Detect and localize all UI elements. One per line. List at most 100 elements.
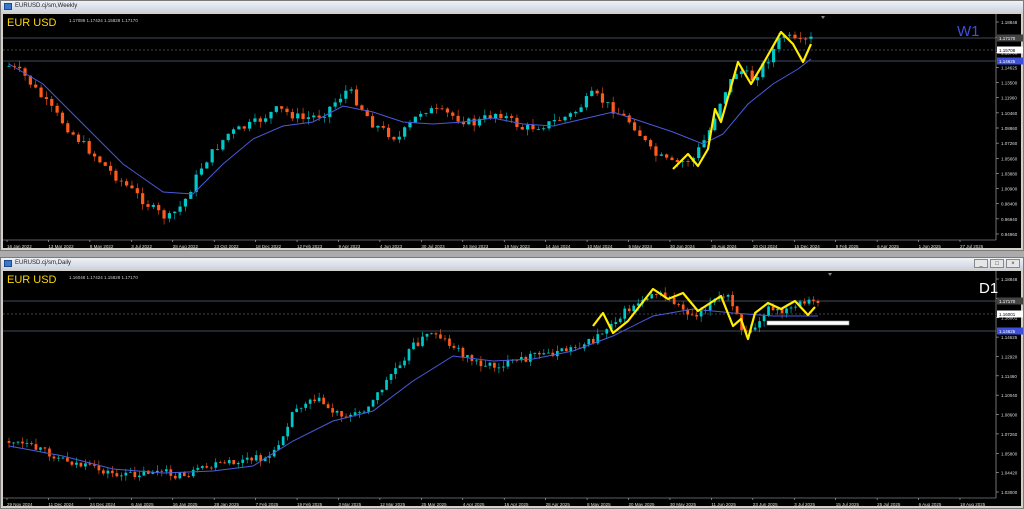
candle-body [686, 161, 690, 163]
candle-body [50, 98, 54, 106]
close-button[interactable]: × [1006, 259, 1020, 268]
candle-body [627, 115, 631, 123]
price-axis-label: 1.03000 [1001, 490, 1018, 495]
candle-body [141, 193, 145, 205]
daily-chart-canvas[interactable]: 1.18848 1.17170 1.16001 1.14625 1.12920 1.114… [3, 271, 1023, 508]
candle-body [547, 121, 551, 129]
candle-body [269, 111, 273, 119]
time-axis-label: 20 May 2025 [629, 502, 656, 507]
candle-body [536, 129, 540, 131]
candle-body [21, 441, 24, 444]
candle-body [367, 406, 370, 412]
candle-body [317, 397, 321, 402]
candle-body [434, 333, 438, 335]
candle-body [25, 443, 29, 444]
candle-body [413, 116, 417, 123]
candle-body [124, 472, 128, 476]
candle-body [745, 70, 749, 72]
candle-body [119, 180, 123, 182]
candle-body [196, 467, 200, 470]
candle-body [425, 333, 429, 337]
candle-body [807, 299, 811, 304]
candle-body [52, 456, 56, 459]
candle-body [677, 304, 681, 305]
candle-body [475, 360, 478, 362]
candle-body [672, 297, 676, 305]
candle-body [231, 129, 236, 134]
weekly-chart-area[interactable]: 1.18848 1.17170 1.15708 1.14625 1.13500 1.119… [3, 14, 1023, 250]
candle-body [789, 307, 793, 309]
candle-body [403, 127, 407, 137]
candle-body [322, 397, 325, 405]
candle-body [12, 442, 15, 444]
candle-body [421, 336, 424, 346]
candle-body [253, 118, 257, 122]
candle-body [472, 118, 476, 126]
price-axis-label: 1.13500 [1001, 81, 1018, 86]
candle-body [456, 115, 460, 122]
candle-body [125, 181, 129, 186]
candle-body [328, 106, 332, 117]
candle-body [809, 36, 813, 39]
daily-window-titlebar[interactable]: EURUSD.cj/sm,Daily _ □ × [1, 258, 1023, 269]
time-axis-label: 9 Feb 2025 [836, 244, 859, 249]
time-axis-label: 23 Jun 2025 [753, 502, 778, 507]
candle-body [227, 460, 231, 464]
candle-body [605, 329, 609, 334]
candle-body [199, 168, 204, 175]
candle-body [103, 162, 107, 166]
candle-body [488, 362, 492, 366]
minimize-button[interactable]: _ [974, 259, 988, 268]
candle-body [371, 400, 375, 407]
candle-body [157, 204, 161, 211]
candle-body [247, 121, 252, 129]
daily-chart-area[interactable]: 1.18848 1.17170 1.16001 1.14625 1.12920 1.114… [3, 271, 1023, 508]
candle-body [563, 116, 567, 121]
candle-body [218, 462, 222, 464]
candle-body [574, 111, 578, 114]
candle-body [353, 412, 357, 415]
candle-body [504, 116, 508, 119]
candle-body [312, 115, 316, 118]
price-axis-label: 1.00900 [1001, 187, 1018, 192]
candle-body [18, 66, 22, 69]
candle-body [812, 299, 815, 301]
price-axis-label: 1.07260 [1001, 432, 1018, 437]
candle-body [376, 392, 379, 401]
price-axis-label: 1.18848 [1001, 20, 1018, 25]
time-axis-label: 19 Feb 2025 [297, 502, 323, 507]
chart-shift-marker [821, 16, 825, 19]
candle-body [70, 461, 74, 465]
maximize-button[interactable]: □ [990, 259, 1004, 268]
candle-body [223, 462, 227, 464]
candle-body [114, 170, 118, 181]
candle-body [264, 118, 268, 122]
timeframe-label: W1 [957, 23, 980, 40]
candle-body [542, 353, 546, 355]
weekly-window-titlebar[interactable]: EURUSD.cj/sm,Weekly [1, 1, 1023, 12]
candle-body [408, 122, 412, 128]
candle-body [84, 463, 87, 467]
weekly-chart-window[interactable]: EURUSD.cj/sm,Weekly 1.18848 1.17170 1.1570… [0, 0, 1024, 251]
candle-body [793, 34, 797, 39]
candle-body [362, 411, 366, 413]
daily-window-title: EURUSD.cj/sm,Daily [15, 260, 72, 266]
price-axis-label: 1.11960 [1001, 96, 1017, 101]
candle-body [794, 306, 797, 308]
time-axis-label: 16 Apr 2025 [504, 502, 529, 507]
candle-body [542, 128, 546, 130]
weekly-chart-canvas[interactable]: 1.18848 1.17170 1.15708 1.14625 1.13500 1.119… [3, 14, 1023, 250]
candle-body [191, 469, 195, 477]
candle-body [531, 124, 535, 130]
candle-body [258, 118, 262, 122]
candle-body [160, 470, 164, 472]
candle-body [75, 462, 78, 465]
price-axis-label: 1.10460 [1001, 111, 1018, 116]
candle-body [755, 77, 760, 81]
candle-body [98, 156, 102, 163]
time-axis-label: 19 Nov 2023 [504, 244, 530, 249]
candle-body [340, 411, 343, 417]
candle-body [466, 355, 469, 358]
daily-chart-window[interactable]: EURUSD.cj/sm,Daily _ □ × 1.188481.171701… [0, 257, 1024, 509]
symbol-label: EUR USD [7, 17, 57, 29]
